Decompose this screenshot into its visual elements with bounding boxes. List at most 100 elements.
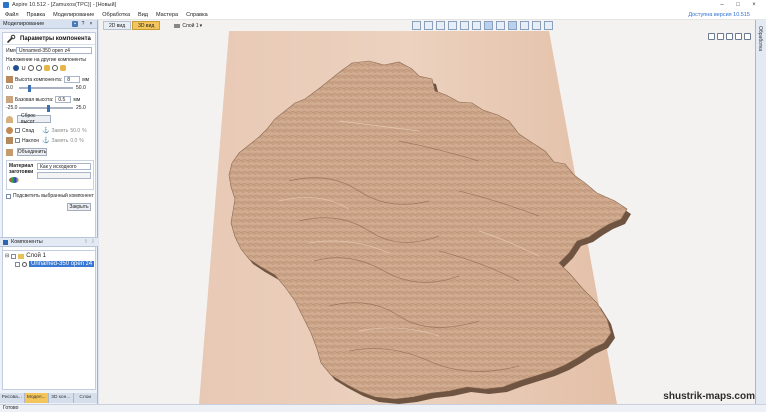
menu-help[interactable]: Справка xyxy=(186,12,208,18)
blend-option2-icon[interactable] xyxy=(60,65,67,71)
fade-lock-label: Замять xyxy=(51,127,69,134)
panel-close-button[interactable]: × xyxy=(88,21,94,27)
components-title: Компоненты xyxy=(11,239,43,245)
blend-add-icon[interactable]: ∩ xyxy=(6,65,11,72)
layer-checkbox[interactable] xyxy=(11,253,17,259)
view-iso-icon[interactable] xyxy=(412,21,421,30)
window-controls: – □ × xyxy=(714,0,762,10)
tree-item-row[interactable]: Unnamed-350 open z4 xyxy=(15,261,95,267)
upgrade-link[interactable]: Доступна версия 10.515 xyxy=(688,12,750,18)
minimize-button[interactable]: – xyxy=(714,2,730,8)
blend-low-icon[interactable] xyxy=(28,65,35,71)
material-select[interactable]: Как у исходного xyxy=(37,163,91,170)
tab-drawing[interactable]: Рисова... xyxy=(0,393,25,403)
tilt-checkbox[interactable] xyxy=(15,138,20,143)
blend-high-icon[interactable] xyxy=(36,65,43,71)
close-form-button[interactable]: Закрыть xyxy=(67,203,91,211)
tilt-label: Наклон xyxy=(22,137,40,144)
3d-scene[interactable] xyxy=(99,31,755,404)
help-button[interactable]: ? xyxy=(80,21,86,27)
base-label: Базовая высота: xyxy=(15,96,54,103)
collapse-icon[interactable]: ⊟ xyxy=(5,253,9,259)
panel-header: Моделирование ▪ ? × xyxy=(0,20,97,29)
zoom-extents-icon[interactable] xyxy=(484,21,493,30)
tilt-value[interactable]: 0.0 xyxy=(70,138,77,144)
blend-multiply-icon[interactable] xyxy=(44,65,51,71)
component-name-input[interactable]: Unnamed-350 open z4 xyxy=(16,47,92,54)
wrench-icon xyxy=(7,34,16,43)
panel-title: Моделирование xyxy=(3,21,45,27)
shading-icon[interactable] xyxy=(508,21,517,30)
watermark: shustrik-maps.com xyxy=(663,391,755,402)
render-icon[interactable] xyxy=(496,21,505,30)
wireframe-icon[interactable] xyxy=(520,21,529,30)
highlight-label: Подсветить выбранный компонент xyxy=(13,193,94,199)
panel-tabs: Рисова... Модел... 3D кон... Слои xyxy=(0,393,98,403)
anchor-icon[interactable]: ⚓ xyxy=(42,137,49,144)
name-label: Имя xyxy=(6,47,16,54)
base-height-slider[interactable] xyxy=(19,105,73,112)
tilt-icon xyxy=(6,137,13,144)
blend-subtract-icon[interactable]: ∪ xyxy=(21,64,26,72)
base-height-input[interactable]: 0.5 xyxy=(55,96,72,103)
base-unit: мм xyxy=(73,96,81,103)
view-left-icon[interactable] xyxy=(436,21,445,30)
material-swatch[interactable] xyxy=(37,172,91,179)
menu-toolpaths[interactable]: Обработка xyxy=(102,12,130,18)
menu-bar: Файл Правка Моделирование Обработка Вид … xyxy=(0,10,766,20)
tab-layers[interactable]: Слои xyxy=(73,393,98,403)
components-icon xyxy=(3,239,8,245)
height-max: 50.0 xyxy=(76,85,86,91)
close-button[interactable]: × xyxy=(746,2,762,8)
tree-layer-row[interactable]: ⊟ Слой 1 xyxy=(5,253,46,259)
item-checkbox[interactable] xyxy=(15,261,20,267)
view-right-icon[interactable] xyxy=(448,21,457,30)
toolpaths-strip-label: Обработка xyxy=(757,26,763,52)
reset-heights-button[interactable]: Сброс высот xyxy=(17,113,51,125)
toolpaths-panel-strip[interactable]: Обработка xyxy=(755,20,766,404)
move-down-icon[interactable]: ⇩ xyxy=(90,239,95,245)
status-bar: Готово xyxy=(0,404,766,412)
blend-label: Наложение на другие компоненты xyxy=(6,57,86,63)
fade-checkbox[interactable] xyxy=(15,128,20,133)
tab-3d-view[interactable]: 3D вид xyxy=(132,21,161,30)
height-input[interactable]: 8 xyxy=(64,76,81,83)
pin-icon[interactable]: ▪ xyxy=(72,21,78,27)
height-unit: мм xyxy=(82,76,90,83)
status-text: Готово xyxy=(3,405,19,411)
blend-merge-icon[interactable] xyxy=(13,65,20,71)
menu-file[interactable]: Файл xyxy=(5,12,19,18)
layer-dropdown[interactable]: Слой 1 ▾ xyxy=(174,23,202,29)
layout-icon[interactable] xyxy=(544,21,553,30)
anchor-icon[interactable]: ⚓ xyxy=(42,127,49,134)
palette-icon xyxy=(9,177,19,183)
menu-wizards[interactable]: Мастера xyxy=(156,12,178,18)
menu-modeling[interactable]: Моделирование xyxy=(53,12,94,18)
3d-viewport[interactable]: 2D вид 3D вид Слой 1 ▾ shustrik-maps.com xyxy=(99,20,755,404)
maximize-button[interactable]: □ xyxy=(730,2,746,8)
folder-icon xyxy=(18,253,25,259)
fade-value[interactable]: 50.0 xyxy=(70,128,80,134)
move-up-icon[interactable]: ⇧ xyxy=(83,239,88,245)
modeling-panel: Моделирование ▪ ? × Параметры компонента… xyxy=(0,20,98,404)
layer-icon xyxy=(174,23,181,28)
height-icon xyxy=(6,76,13,83)
height-slider[interactable] xyxy=(19,85,73,92)
highlight-checkbox[interactable] xyxy=(6,193,11,199)
menu-edit[interactable]: Правка xyxy=(27,12,46,18)
material-label: Материал заготовки xyxy=(9,163,34,175)
blend-option-icon[interactable] xyxy=(52,65,59,71)
tree-layer-label: Слой 1 xyxy=(26,253,46,259)
tab-2d-view[interactable]: 2D вид xyxy=(103,21,132,30)
view-back-icon[interactable] xyxy=(472,21,481,30)
merge-button[interactable]: Объединить xyxy=(17,148,47,156)
tab-modeling[interactable]: Модел... xyxy=(24,393,49,403)
title-bar: Aspire 10.512 - [Zamuxos(TPC)] - [Новый]… xyxy=(0,0,766,10)
tab-3d-clipart[interactable]: 3D кон... xyxy=(49,393,74,403)
split-view-icon[interactable] xyxy=(532,21,541,30)
chevron-down-icon: ▾ xyxy=(199,22,203,29)
base-min: -25.0 xyxy=(6,105,18,111)
view-top-icon[interactable] xyxy=(424,21,433,30)
view-front-icon[interactable] xyxy=(460,21,469,30)
menu-view[interactable]: Вид xyxy=(138,12,148,18)
